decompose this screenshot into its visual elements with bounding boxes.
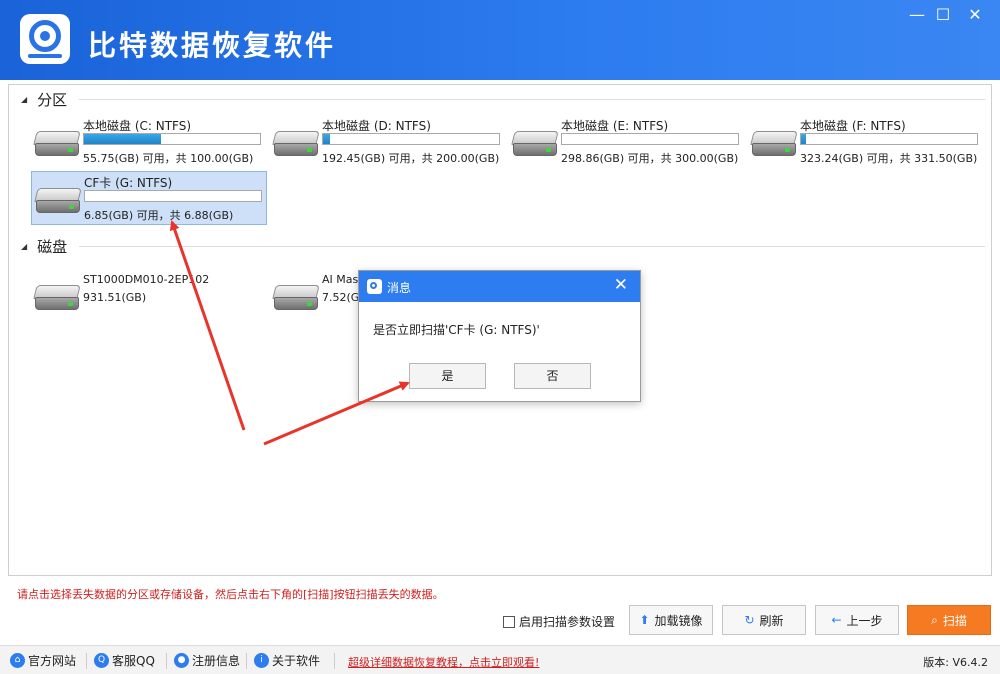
hard-drive-icon bbox=[272, 131, 320, 157]
back-label: 上一步 bbox=[846, 613, 883, 628]
usage-bar bbox=[83, 133, 261, 145]
dialog-title: 消息 bbox=[387, 281, 412, 295]
usage-bar bbox=[84, 190, 262, 202]
partition-info: 55.75(GB) 可用，共 100.00(GB) bbox=[83, 152, 254, 165]
register-info-link[interactable]: ● 注册信息 bbox=[174, 651, 240, 670]
arrow-left-icon: ← bbox=[831, 613, 842, 627]
disks-header[interactable]: ◢ 磁盘 bbox=[21, 236, 67, 256]
partition-name: 本地磁盘 (F: NTFS) bbox=[800, 119, 906, 133]
refresh-icon: ↻ bbox=[744, 613, 755, 627]
checkbox-label: 启用扫描参数设置 bbox=[519, 615, 616, 629]
support-qq-link[interactable]: Q 客服QQ bbox=[94, 651, 155, 670]
app-title: 比特数据恢复软件 bbox=[88, 29, 337, 62]
support-label: 客服QQ bbox=[112, 654, 155, 668]
divider bbox=[86, 653, 87, 669]
hard-drive-icon bbox=[33, 131, 81, 157]
partition-d[interactable]: 本地磁盘 (D: NTFS) 192.45(GB) 可用，共 200.00(GB… bbox=[270, 115, 506, 169]
hard-drive-icon bbox=[750, 131, 798, 157]
refresh-button[interactable]: ↻ 刷新 bbox=[722, 605, 806, 635]
close-button[interactable]: ✕ bbox=[962, 4, 988, 26]
dialog-title-bar: 消息 ✕ bbox=[359, 271, 640, 302]
app-logo-icon bbox=[367, 279, 382, 294]
disk-info: 931.51(GB) bbox=[83, 291, 147, 304]
hard-drive-icon bbox=[34, 188, 82, 214]
partition-info: 298.86(GB) 可用，共 300.00(GB) bbox=[561, 152, 739, 165]
partition-name: 本地磁盘 (D: NTFS) bbox=[322, 119, 431, 133]
triangle-down-icon: ◢ bbox=[21, 241, 28, 251]
scan-params-checkbox[interactable]: 启用扫描参数设置 bbox=[503, 613, 615, 630]
minimize-button[interactable]: — bbox=[904, 4, 930, 26]
load-image-label: 加载镜像 bbox=[654, 613, 703, 628]
maximize-button[interactable]: ☐ bbox=[930, 4, 956, 26]
website-label: 官方网站 bbox=[28, 654, 77, 668]
divider bbox=[334, 653, 335, 669]
hard-drive-icon bbox=[33, 285, 81, 311]
dialog-close-button[interactable]: ✕ bbox=[614, 275, 628, 295]
divider bbox=[166, 653, 167, 669]
about-software-link[interactable]: i 关于软件 bbox=[254, 651, 320, 670]
back-button[interactable]: ← 上一步 bbox=[815, 605, 899, 635]
scan-button[interactable]: ⌕ 扫描 bbox=[907, 605, 991, 635]
scan-confirm-dialog: 消息 ✕ 是否立即扫描'CF卡 (G: NTFS)' 是 否 bbox=[358, 270, 641, 402]
load-image-button[interactable]: ⬆ 加载镜像 bbox=[629, 605, 713, 635]
partition-info: 323.24(GB) 可用，共 331.50(GB) bbox=[800, 152, 978, 165]
official-website-link[interactable]: ⌂ 官方网站 bbox=[10, 651, 76, 670]
footer-bar: ⌂ 官方网站 Q 客服QQ ● 注册信息 i 关于软件 超级详细数据恢复教程，点… bbox=[0, 645, 1000, 674]
refresh-label: 刷新 bbox=[759, 613, 784, 628]
yes-button[interactable]: 是 bbox=[409, 363, 486, 389]
no-button[interactable]: 否 bbox=[514, 363, 591, 389]
partition-c[interactable]: 本地磁盘 (C: NTFS) 55.75(GB) 可用，共 100.00(GB) bbox=[31, 115, 267, 169]
usage-bar bbox=[322, 133, 500, 145]
divider bbox=[79, 99, 985, 100]
home-icon: ⌂ bbox=[10, 653, 25, 668]
triangle-down-icon: ◢ bbox=[21, 94, 28, 104]
info-icon: i bbox=[254, 653, 269, 668]
partition-g-cf-card[interactable]: CF卡 (G: NTFS) 6.85(GB) 可用，共 6.88(GB) bbox=[31, 171, 267, 225]
partition-e[interactable]: 本地磁盘 (E: NTFS) 298.86(GB) 可用，共 300.00(GB… bbox=[509, 115, 745, 169]
upload-icon: ⬆ bbox=[639, 613, 650, 627]
divider bbox=[79, 246, 985, 247]
disk-st1000[interactable]: ST1000DM010-2EP102 931.51(GB) bbox=[31, 269, 267, 323]
title-bar: 比特数据恢复软件 — ☐ ✕ bbox=[0, 0, 1000, 80]
tutorial-link[interactable]: 超级详细数据恢复教程，点击立即观看! bbox=[348, 654, 539, 670]
partition-info: 6.85(GB) 可用，共 6.88(GB) bbox=[84, 209, 234, 222]
app-logo-icon bbox=[20, 14, 70, 64]
scan-label: 扫描 bbox=[942, 613, 967, 628]
disk-name: ST1000DM010-2EP102 bbox=[83, 273, 210, 286]
usage-bar bbox=[561, 133, 739, 145]
hard-drive-icon bbox=[272, 285, 320, 311]
partition-name: CF卡 (G: NTFS) bbox=[84, 176, 173, 190]
partitions-label: 分区 bbox=[37, 90, 68, 109]
instruction-hint: 请点击选择丢失数据的分区或存储设备，然后点击右下角的[扫描]按钮扫描丢失的数据。 bbox=[17, 588, 444, 601]
partition-name: 本地磁盘 (E: NTFS) bbox=[561, 119, 669, 133]
dialog-message: 是否立即扫描'CF卡 (G: NTFS)' bbox=[373, 323, 540, 337]
partition-f[interactable]: 本地磁盘 (F: NTFS) 323.24(GB) 可用，共 331.50(GB… bbox=[748, 115, 984, 169]
disks-label: 磁盘 bbox=[37, 237, 68, 256]
divider bbox=[246, 653, 247, 669]
user-icon: ● bbox=[174, 653, 189, 668]
qq-icon: Q bbox=[94, 653, 109, 668]
version-label: 版本: V6.4.2 bbox=[923, 656, 988, 669]
partition-name: 本地磁盘 (C: NTFS) bbox=[83, 119, 192, 133]
register-label: 注册信息 bbox=[192, 654, 241, 668]
partitions-header[interactable]: ◢ 分区 bbox=[21, 89, 67, 109]
hard-drive-icon bbox=[511, 131, 559, 157]
partition-info: 192.45(GB) 可用，共 200.00(GB) bbox=[322, 152, 500, 165]
checkbox-icon[interactable] bbox=[503, 615, 515, 628]
about-label: 关于软件 bbox=[272, 654, 321, 668]
search-icon: ⌕ bbox=[931, 612, 938, 627]
usage-bar bbox=[800, 133, 978, 145]
